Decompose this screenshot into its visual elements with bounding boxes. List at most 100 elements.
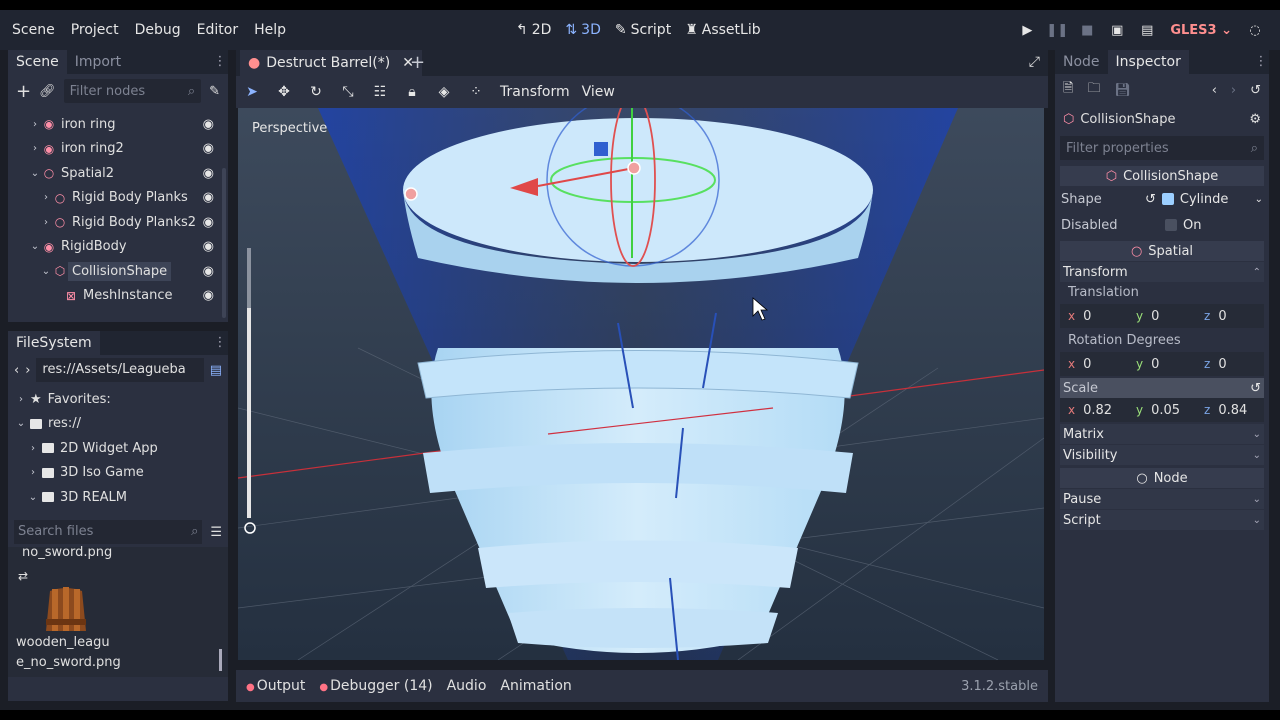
translation-z-field[interactable]: z0 [1196, 309, 1264, 324]
move-tool-icon[interactable]: ✥ [276, 84, 292, 100]
reset-icon[interactable]: ↺ [1145, 192, 1156, 207]
tab-debugger[interactable]: ● Debugger (14) [319, 678, 432, 694]
visibility-eye-icon[interactable]: ◉ [203, 141, 214, 156]
category-pause[interactable]: Pause ⌄ [1060, 489, 1264, 509]
tab-scene[interactable]: Scene [8, 50, 67, 74]
filesystem-tree-item[interactable]: ⌄ 3D REALM [8, 485, 228, 510]
scene-tree-node[interactable]: › ○ Rigid Body Planks ◉ [8, 186, 228, 211]
tab-audio[interactable]: Audio [447, 678, 487, 694]
scene-tree-node[interactable]: › ◉ iron ring2 ◉ [8, 137, 228, 162]
add-node-icon[interactable]: + [16, 81, 31, 102]
file-grid-scrollbar[interactable] [219, 649, 222, 671]
category-transform[interactable]: Transform ⌃ [1060, 262, 1264, 282]
tab-inspector[interactable]: Inspector [1107, 50, 1189, 74]
filter-properties-input[interactable]: Filter properties ⌕ [1060, 136, 1264, 160]
tab-import[interactable]: Import [67, 50, 129, 74]
viewport-perspective-menu[interactable]: Perspective [252, 121, 327, 136]
mode-assetlib-button[interactable]: ♜ AssetLib [685, 22, 760, 38]
back-icon[interactable]: ‹ [14, 363, 19, 378]
new-resource-icon[interactable]: 🗎︎ [1063, 79, 1073, 101]
menu-project[interactable]: Project [63, 10, 127, 50]
history-back-icon[interactable]: ‹ [1212, 83, 1217, 98]
search-files-input[interactable]: Search files ⌕ [14, 520, 203, 544]
visibility-eye-icon[interactable]: ◉ [203, 288, 214, 303]
history-icon[interactable]: ↺ [1250, 83, 1261, 98]
rotation-y-field[interactable]: y0 [1128, 357, 1196, 372]
scale-x-field[interactable]: x 0.82 [1060, 403, 1128, 418]
chevron-down-icon[interactable]: ⌄ [14, 418, 28, 429]
chevron-right-icon[interactable]: › [29, 119, 41, 130]
scene-tree-node[interactable]: ⌄ ◉ RigidBody ◉ [8, 235, 228, 260]
category-visibility[interactable]: Visibility ⌄ [1060, 445, 1264, 465]
visibility-eye-icon[interactable]: ◉ [203, 215, 214, 230]
scene-tree-node[interactable]: › ○ Rigid Body Planks2 ◉ [8, 210, 228, 235]
scene-tree-node[interactable]: ⊠ MeshInstance ◉ [8, 284, 228, 309]
reset-scale-icon[interactable]: ↺ [1250, 381, 1261, 396]
chevron-down-icon[interactable]: ⌄ [26, 492, 40, 503]
chevron-down-icon[interactable]: ⌄ [1255, 194, 1263, 205]
rotate-tool-icon[interactable]: ↻ [308, 84, 324, 100]
rotation-z-field[interactable]: z0 [1196, 357, 1264, 372]
scale-tool-icon[interactable]: ⤡ [340, 84, 356, 100]
path-field[interactable]: res://Assets/Leagueba [36, 358, 204, 382]
scale-z-field[interactable]: z 0.84 [1196, 403, 1264, 418]
filesystem-menu-icon[interactable]: ⋮ [212, 331, 228, 355]
chevron-right-icon[interactable]: › [26, 467, 40, 478]
visibility-eye-icon[interactable]: ◉ [203, 117, 214, 132]
chevron-down-icon[interactable]: ⌄ [29, 168, 41, 179]
play-custom-scene-icon[interactable]: ▤ [1132, 23, 1162, 38]
attach-script-icon[interactable]: ✎ [209, 84, 220, 99]
file-item-wooden-barrel[interactable]: wooden_leagu e_no_sword.png [16, 583, 121, 677]
visibility-eye-icon[interactable]: ◉ [203, 239, 214, 254]
3d-viewport[interactable]: Perspective [238, 108, 1044, 660]
scene-tree-node[interactable]: ⌄ ⬡ CollisionShape ◉ [8, 259, 228, 284]
tab-node[interactable]: Node [1055, 50, 1108, 74]
scene-tree-node[interactable]: ⌄ ○ Spatial2 ◉ [8, 161, 228, 186]
chevron-right-icon[interactable]: › [40, 192, 52, 203]
tab-filesystem[interactable]: FileSystem [8, 331, 100, 355]
snap-icon[interactable]: ⁘ [468, 84, 484, 100]
play-scene-icon[interactable]: ▣ [1102, 23, 1132, 38]
filesystem-tree-item[interactable]: › 3D Iso Game [8, 461, 228, 486]
category-matrix[interactable]: Matrix ⌄ [1060, 424, 1264, 444]
inspector-menu-icon[interactable]: ⋮ [1253, 50, 1269, 74]
new-tab-icon[interactable]: + [410, 52, 425, 73]
pause-icon[interactable]: ❚❚ [1042, 23, 1072, 38]
mode-2d-button[interactable]: ↰ 2D [516, 22, 551, 38]
translation-y-field[interactable]: y0 [1128, 309, 1196, 324]
open-folder-icon[interactable]: 🗀︎ [1087, 79, 1100, 101]
mode-3d-button[interactable]: ⇅ 3D [565, 22, 600, 38]
shape-value[interactable]: ↺ Cylinde ⌄ [1145, 192, 1263, 207]
save-icon[interactable]: 💾︎ [1114, 83, 1131, 98]
menu-debug[interactable]: Debug [127, 10, 189, 50]
distraction-free-icon[interactable]: ⤢ [1029, 54, 1040, 70]
scene-tab-destruct-barrel[interactable]: ● Destruct Barrel(*) ✕ [240, 50, 422, 76]
scale-y-field[interactable]: y 0.05 [1128, 403, 1196, 418]
filesystem-tree-item[interactable]: ⌄ res:// [8, 412, 228, 437]
chevron-right-icon[interactable]: › [26, 443, 40, 454]
category-script[interactable]: Script ⌄ [1060, 510, 1264, 530]
rotation-x-field[interactable]: x0 [1060, 357, 1128, 372]
list-view-icon[interactable]: ☰ [210, 525, 222, 540]
chevron-right-icon[interactable]: › [29, 143, 41, 154]
select-tool-icon[interactable]: ➤ [244, 84, 260, 100]
translation-x-field[interactable]: x0 [1060, 309, 1128, 324]
tab-animation[interactable]: Animation [500, 678, 571, 694]
filter-nodes-input[interactable]: Filter nodes ⌕ [63, 79, 202, 103]
local-space-icon[interactable]: ◈ [436, 84, 452, 100]
play-icon[interactable]: ▶ [1012, 23, 1042, 38]
stop-icon[interactable]: ■ [1072, 23, 1102, 38]
chevron-down-icon[interactable]: ⌄ [29, 241, 41, 252]
scene-tree-node[interactable]: › ◉ iron ring ◉ [8, 112, 228, 137]
mode-script-button[interactable]: ✎ Script [615, 22, 671, 38]
split-view-icon[interactable]: ▤ [210, 363, 222, 378]
filesystem-tree-item[interactable]: › 2D Widget App [8, 436, 228, 461]
file-item-top[interactable]: no_sword.png [22, 545, 112, 560]
chevron-right-icon[interactable]: › [40, 217, 52, 228]
list-select-icon[interactable]: ☷ [372, 84, 388, 100]
lock-icon[interactable]: 🔒︎ [404, 84, 420, 100]
transform-menu[interactable]: Transform [500, 84, 570, 100]
renderer-select[interactable]: GLES3 ⌄ [1170, 23, 1232, 38]
visibility-eye-icon[interactable]: ◉ [203, 264, 214, 279]
filesystem-tree-item[interactable]: ›Assets [8, 510, 228, 512]
